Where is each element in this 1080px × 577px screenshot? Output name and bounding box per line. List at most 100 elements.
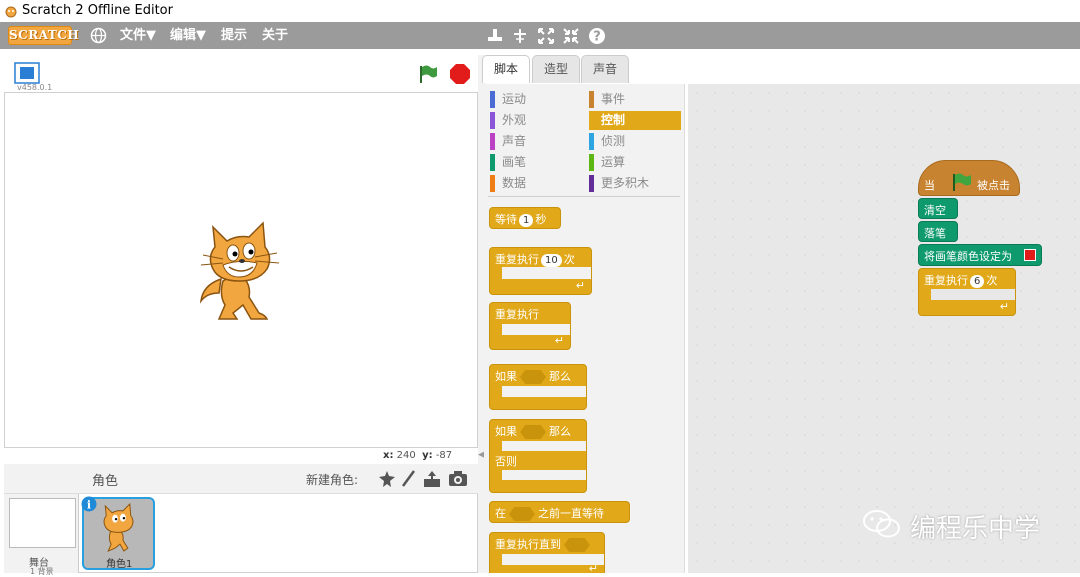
stop-sign-icon[interactable] <box>449 63 471 85</box>
category-label: 数据 <box>502 176 527 190</box>
when-label: 当 <box>924 179 935 192</box>
clear-label: 清空 <box>924 204 946 217</box>
category-label: 画笔 <box>502 155 527 169</box>
duplicate-stamp-icon[interactable] <box>486 27 504 45</box>
category-color-bar <box>589 154 594 171</box>
block-clear[interactable]: 清空 <box>918 198 958 219</box>
category-0[interactable]: 运动 <box>490 90 582 109</box>
category-9[interactable]: 更多积木 <box>589 174 681 193</box>
scratch-cat-sprite[interactable] <box>193 221 289 323</box>
menu-file[interactable]: 文件▼ <box>120 22 156 49</box>
scratch-cat-icon <box>5 6 17 18</box>
category-color-bar <box>589 112 594 129</box>
block-wait[interactable]: 等待 1 秒 <box>489 207 561 229</box>
camera-icon[interactable] <box>448 471 468 487</box>
window-title: Scratch 2 Offline Editor <box>22 3 173 18</box>
stage-header <box>4 55 478 92</box>
upload-icon[interactable] <box>422 470 442 488</box>
coord-x-value: 240 <box>396 450 416 461</box>
sprite-library-icon[interactable] <box>378 470 396 488</box>
category-color-bar <box>589 175 594 192</box>
color-swatch[interactable] <box>1024 249 1036 261</box>
green-flag-icon[interactable] <box>417 63 439 85</box>
info-icon[interactable]: i <box>81 496 97 512</box>
script-repeat-value[interactable]: 6 <box>970 275 985 288</box>
presentation-mode-icon[interactable] <box>14 62 40 84</box>
category-7[interactable]: 运算 <box>589 153 681 172</box>
stage-backdrop-count: 1 背景 <box>30 567 54 576</box>
if-else-then-label: 那么 <box>549 425 571 438</box>
category-2[interactable]: 外观 <box>490 111 582 130</box>
category-color-bar <box>490 91 495 108</box>
scratch-logo[interactable]: SCRATCH <box>8 26 79 45</box>
set-pen-color-label: 将画笔颜色设定为 <box>924 250 1012 263</box>
repeat-unit: 次 <box>563 253 575 266</box>
coord-y-label: y: <box>422 450 433 461</box>
repeat-until-label: 重复执行直到 <box>495 538 561 551</box>
language-globe-icon[interactable] <box>90 27 107 44</box>
block-repeat[interactable]: 重复执行 10 次 ↵ <box>489 247 592 295</box>
help-icon[interactable]: ? <box>588 27 606 45</box>
block-pen-down[interactable]: 落笔 <box>918 221 958 242</box>
grow-icon[interactable] <box>537 27 555 45</box>
sprites-title: 角色 <box>92 474 119 489</box>
green-flag-icon <box>953 173 971 191</box>
category-color-bar <box>490 154 495 171</box>
sprite-label: 角色1 <box>106 559 133 570</box>
delete-scissors-icon[interactable] <box>511 27 529 45</box>
category-6[interactable]: 画笔 <box>490 153 582 172</box>
category-color-bar <box>490 175 495 192</box>
wait-unit: 秒 <box>535 213 547 226</box>
stage-thumbnail[interactable] <box>9 498 76 548</box>
wait-value[interactable]: 1 <box>519 214 534 227</box>
category-color-bar <box>490 112 495 129</box>
menu-about[interactable]: 关于 <box>262 22 288 49</box>
category-3[interactable]: 控制 <box>589 111 681 130</box>
block-repeat-until[interactable]: 重复执行直到 ↵ <box>489 532 605 575</box>
category-label: 事件 <box>601 92 626 106</box>
category-label: 更多积木 <box>601 176 650 190</box>
category-color-bar <box>490 133 495 150</box>
category-label: 声音 <box>502 134 527 148</box>
category-label: 控制 <box>601 113 626 127</box>
then-label: 那么 <box>549 370 571 383</box>
script-area[interactable] <box>688 84 1080 573</box>
shrink-icon[interactable] <box>562 27 580 45</box>
block-if-then[interactable]: 如果 那么 <box>489 364 587 410</box>
block-wait-until[interactable]: 在 之前一直等待 <box>489 501 630 523</box>
svg-text:?: ? <box>593 30 601 45</box>
mouse-coordinates: x: 240 y: -87 <box>383 450 452 461</box>
menu-edit[interactable]: 编辑▼ <box>170 22 206 49</box>
category-color-bar <box>589 133 594 150</box>
script-repeat-unit: 次 <box>986 274 998 287</box>
block-when-flag-clicked[interactable]: 当 被点击 <box>918 160 1020 196</box>
stage-canvas[interactable] <box>4 92 478 448</box>
category-1[interactable]: 事件 <box>589 90 681 109</box>
block-if-else[interactable]: 如果 那么 否则 <box>489 419 587 493</box>
menu-bar: SCRATCH 文件▼ 编辑▼ 提示 关于 ? <box>0 22 1080 49</box>
svg-text:i: i <box>87 499 91 512</box>
if-else-if-label: 如果 <box>495 425 517 438</box>
title-bar: Scratch 2 Offline Editor <box>0 0 1080 22</box>
new-sprite-label: 新建角色: <box>306 473 359 487</box>
block-forever[interactable]: 重复执行 ↵ <box>489 302 571 350</box>
wechat-icon <box>863 510 900 538</box>
repeat-value[interactable]: 10 <box>541 254 562 267</box>
category-8[interactable]: 数据 <box>490 174 582 193</box>
else-label: 否则 <box>495 455 517 468</box>
tab-sounds[interactable]: 声音 <box>581 55 629 83</box>
clicked-label: 被点击 <box>977 179 1010 192</box>
loop-arrow-icon: ↵ <box>999 300 1009 313</box>
menu-tips[interactable]: 提示 <box>221 22 247 49</box>
tab-scripts[interactable]: 脚本 <box>482 55 530 83</box>
loop-arrow-icon: ↵ <box>588 562 598 575</box>
category-5[interactable]: 侦测 <box>589 132 681 151</box>
paint-brush-icon[interactable] <box>400 470 416 488</box>
loop-arrow-icon: ↵ <box>554 334 564 347</box>
block-repeat-script[interactable]: 重复执行 6 次 ↵ <box>918 268 1016 316</box>
wait-label: 等待 <box>495 213 517 226</box>
block-set-pen-color[interactable]: 将画笔颜色设定为 <box>918 244 1042 266</box>
category-4[interactable]: 声音 <box>490 132 582 151</box>
script-repeat-label: 重复执行 <box>924 274 968 287</box>
tab-costumes[interactable]: 造型 <box>532 55 580 83</box>
